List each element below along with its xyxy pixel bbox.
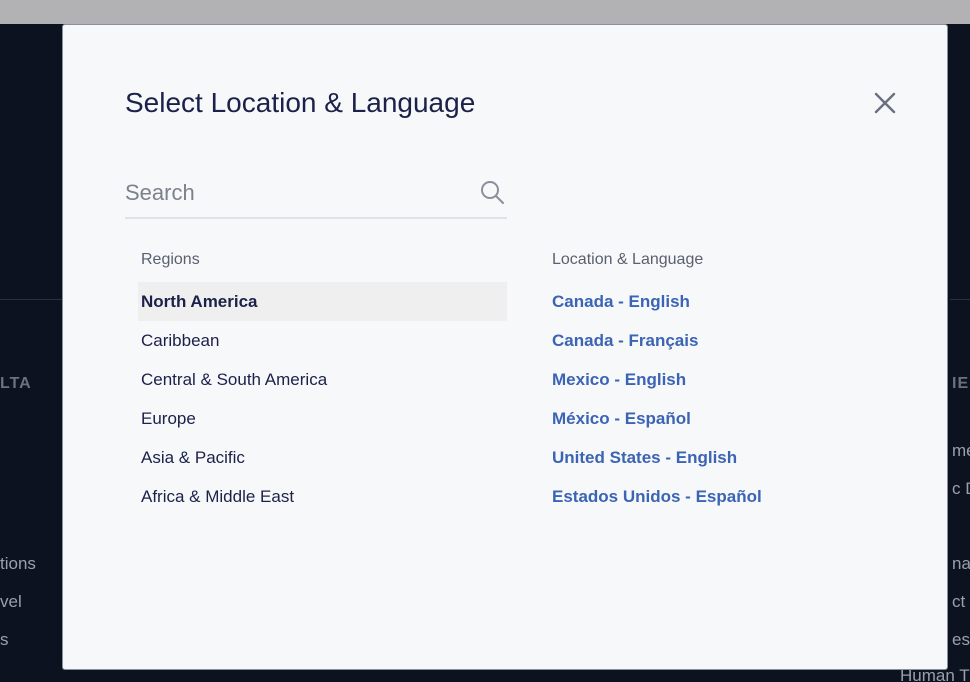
regions-list: North America Caribbean Central & South …: [138, 282, 507, 516]
close-button[interactable]: [871, 89, 899, 117]
background-right-item: nal: [952, 554, 970, 573]
locations-list: Canada - English Canada - Français Mexic…: [552, 282, 762, 516]
location-link-canada-english[interactable]: Canada - English: [552, 282, 762, 321]
location-link-canada-francais[interactable]: Canada - Français: [552, 321, 762, 360]
regions-label: Regions: [141, 251, 200, 268]
background-right-item: me: [952, 441, 970, 460]
region-item-asia-pacific[interactable]: Asia & Pacific: [138, 438, 507, 477]
location-link-estados-unidos-espanol[interactable]: Estados Unidos - Español: [552, 477, 762, 516]
modal-title: Select Location & Language: [125, 87, 476, 118]
background-divider-left: [0, 299, 62, 300]
page: LTA tions vel s IE me c D nal ct es, Hum…: [0, 0, 970, 682]
location-language-modal: Select Location & Language Regions Locat…: [62, 24, 948, 670]
background-divider-right: [950, 299, 970, 300]
region-item-central-south-america[interactable]: Central & South America: [138, 360, 507, 399]
location-language-label: Location & Language: [552, 251, 704, 268]
background-left-item: vel: [0, 592, 22, 611]
region-item-north-america[interactable]: North America: [138, 282, 507, 321]
location-link-mexico-espanol[interactable]: México - Español: [552, 399, 762, 438]
close-icon: [874, 92, 896, 114]
background-right-heading: IE: [952, 375, 970, 392]
background-left-item: s: [0, 630, 9, 649]
location-link-mexico-english[interactable]: Mexico - English: [552, 360, 762, 399]
background-right-item: ct: [952, 592, 966, 611]
region-item-africa-middle-east[interactable]: Africa & Middle East: [138, 477, 507, 516]
background-left-item: tions: [0, 554, 36, 573]
background-left-heading: LTA: [0, 375, 32, 392]
region-item-europe[interactable]: Europe: [138, 399, 507, 438]
location-link-united-states-english[interactable]: United States - English: [552, 438, 762, 477]
background-right-item: es,: [952, 630, 970, 649]
search-icon[interactable]: [479, 179, 505, 205]
background-right-item: c D: [952, 479, 970, 498]
search-input[interactable]: [125, 173, 465, 213]
region-item-caribbean[interactable]: Caribbean: [138, 321, 507, 360]
browser-top-bar: [0, 0, 970, 24]
search-field: [125, 173, 507, 219]
